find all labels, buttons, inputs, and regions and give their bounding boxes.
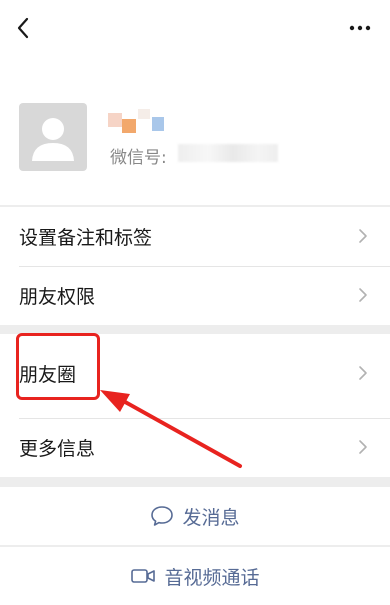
more-dots-icon xyxy=(349,25,371,31)
profile-card: 微信号: xyxy=(0,60,390,205)
chevron-left-icon xyxy=(17,17,29,39)
wechat-id-label: 微信号: xyxy=(110,148,167,168)
nickname-blurred xyxy=(108,109,168,133)
annotation-highlight-box xyxy=(16,333,100,400)
chevron-right-icon xyxy=(359,288,367,302)
chevron-right-icon xyxy=(359,366,367,380)
friend-permissions-label: 朋友权限 xyxy=(19,286,96,308)
remark-tags-label: 设置备注和标签 xyxy=(19,227,153,249)
send-message-button[interactable]: 发消息 xyxy=(0,487,390,545)
video-call-button[interactable]: 音视频通话 xyxy=(0,547,390,605)
avatar[interactable] xyxy=(19,103,87,171)
send-message-label: 发消息 xyxy=(182,506,240,529)
more-button[interactable] xyxy=(348,18,372,38)
chat-bubble-icon xyxy=(151,506,174,526)
friend-permissions-item[interactable]: 朋友权限 xyxy=(0,266,390,325)
more-info-label: 更多信息 xyxy=(19,438,96,460)
chevron-right-icon xyxy=(359,440,367,454)
video-camera-icon xyxy=(131,569,156,583)
wechat-id-value-blurred xyxy=(178,144,278,162)
chevron-right-icon xyxy=(359,229,367,243)
remark-tags-item[interactable]: 设置备注和标签 xyxy=(0,207,390,266)
default-avatar-icon xyxy=(32,118,74,161)
top-bar xyxy=(0,0,390,60)
settings-group: 设置备注和标签 朋友权限 xyxy=(0,207,390,325)
back-button[interactable] xyxy=(12,14,36,42)
annotation-arrow xyxy=(100,390,242,468)
video-call-label: 音视频通话 xyxy=(164,566,260,589)
